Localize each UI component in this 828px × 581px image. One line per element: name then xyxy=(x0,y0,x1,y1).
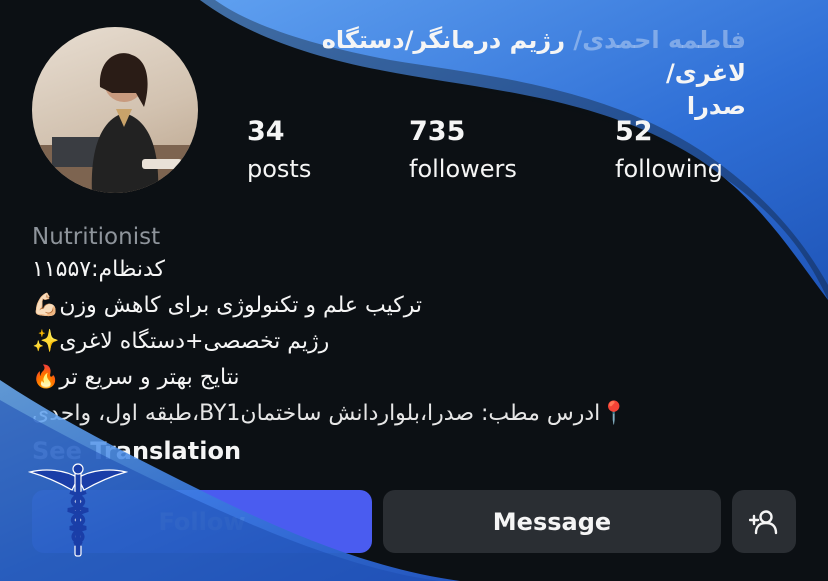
bio-line: رژیم تخصصی+دستگاه لاغری✨ xyxy=(32,329,330,354)
following-label: following xyxy=(615,155,723,183)
message-button[interactable]: Message xyxy=(383,490,721,553)
profile-avatar[interactable] xyxy=(32,27,198,193)
caduceus-logo xyxy=(28,463,128,557)
person-plus-icon xyxy=(749,509,778,534)
followers-label: followers xyxy=(409,155,517,183)
posts-label: posts xyxy=(247,155,312,183)
add-user-button[interactable] xyxy=(732,490,796,553)
see-translation-link[interactable]: See Translation xyxy=(32,434,752,468)
profile-name-faded: فاطمه احمدی/ xyxy=(573,26,746,54)
bio-category: Nutritionist xyxy=(32,224,161,250)
followers-count: 735 xyxy=(409,116,466,147)
bio-line: ترکیب علم و تکنولوژی برای کاهش وزن💪🏻 xyxy=(32,293,423,318)
following-count: 52 xyxy=(615,116,653,147)
follow-button-label: Follow xyxy=(158,507,246,536)
posts-stat[interactable]: 34 posts xyxy=(247,116,311,184)
bio-line: کدنظام:۱۱۵۵۷ xyxy=(32,257,166,282)
following-stat[interactable]: 52 following xyxy=(615,116,723,184)
avatar-photo xyxy=(32,53,198,193)
message-button-label: Message xyxy=(492,507,612,536)
bio-line: نتایج بهتر و سریع تر🔥 xyxy=(32,365,240,390)
profile-bio: Nutritionist کدنظام:۱۱۵۵۷ ترکیب علم و تک… xyxy=(32,222,752,468)
followers-stat[interactable]: 735 followers xyxy=(409,116,517,184)
profile-name: فاطمه احمدی/ رژیم درمانگر/دستگاه لاغری/ … xyxy=(246,24,746,123)
bio-address: 📍ادرس مطب: صدرا،بلواردانش ساختمانBY1،طبق… xyxy=(32,401,628,426)
posts-count: 34 xyxy=(247,116,285,147)
